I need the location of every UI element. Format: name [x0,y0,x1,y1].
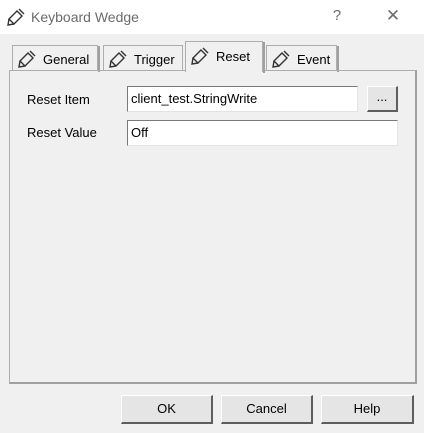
tab-divider [337,46,339,72]
tab-label: Trigger [134,52,175,67]
ok-button[interactable]: OK [121,395,213,424]
close-button[interactable]: ✕ [380,4,406,28]
tab-label: Reset [216,49,250,64]
window-title: Keyboard Wedge [31,9,139,25]
help-title-button[interactable]: ? [326,4,348,28]
tab-divider [98,46,100,72]
pencil-tag-icon [109,50,127,68]
reset-item-field[interactable]: client_test.StringWrite [127,86,358,112]
tab-trigger[interactable]: Trigger [103,45,183,71]
title-bar: Keyboard Wedge ? ✕ [0,0,424,34]
help-button[interactable]: Help [321,395,414,424]
pencil-tag-icon [18,50,36,68]
pencil-tag-icon [7,8,25,26]
tab-label: Event [297,52,331,67]
browse-button[interactable]: ... [367,86,398,112]
tab-divider [263,42,265,73]
tab-panel [9,70,417,384]
pencil-tag-icon [191,47,209,65]
reset-value-label: Reset Value [27,125,97,140]
tab-event[interactable]: Event [266,45,339,72]
cancel-button[interactable]: Cancel [221,395,313,424]
pencil-tag-icon [272,50,290,68]
tab-label: General [43,52,90,67]
reset-value-field[interactable]: Off [127,120,398,146]
reset-item-label: Reset Item [27,92,90,107]
tab-reset[interactable]: Reset [185,41,265,73]
tab-general[interactable]: General [12,45,100,72]
